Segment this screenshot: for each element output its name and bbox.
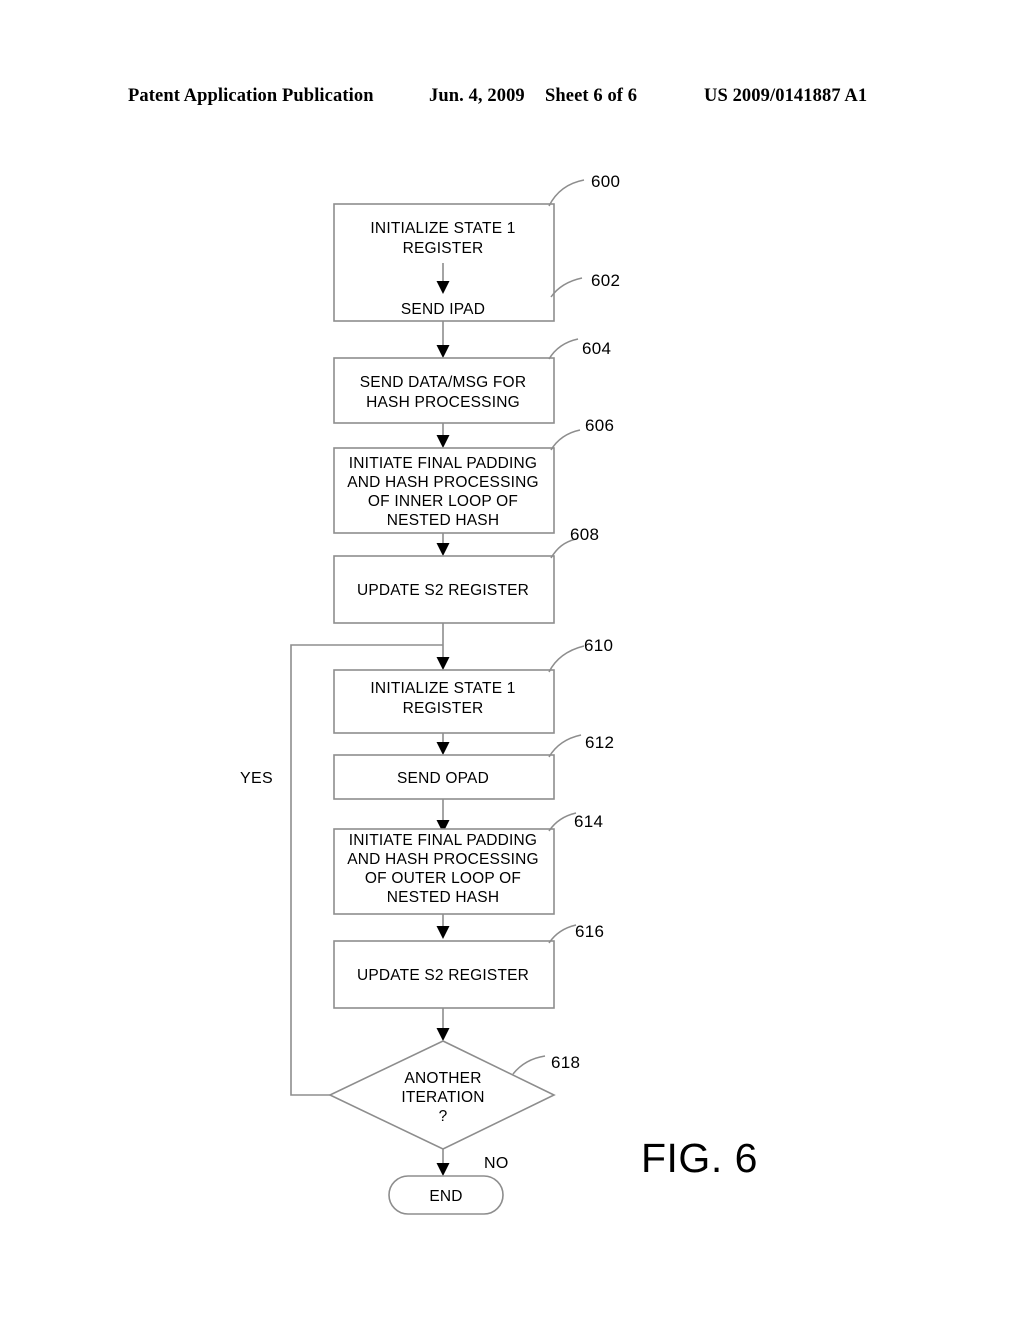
connector-612-to-614 xyxy=(436,799,450,833)
process-box-604-line-1: SEND DATA/MSG FOR xyxy=(360,374,526,391)
decision-618-line-1: ANOTHER xyxy=(404,1070,481,1087)
leader-line-618 xyxy=(512,1055,546,1075)
process-box-606-line-1: INITIATE FINAL PADDING xyxy=(349,455,537,472)
leader-line-612 xyxy=(548,734,582,758)
ref-numeral-604: 604 xyxy=(582,339,611,358)
leader-line-600 xyxy=(548,179,585,207)
process-box-600-line-2: REGISTER xyxy=(403,240,484,257)
decision-618-line-3: ? xyxy=(439,1108,448,1125)
process-box-600-line-1: INITIALIZE STATE 1 xyxy=(370,220,515,237)
connector-610-to-612 xyxy=(436,733,450,755)
ref-numeral-606: 606 xyxy=(585,416,614,435)
connector-608-to-610 xyxy=(436,623,450,670)
process-box-610-line-2: REGISTER xyxy=(403,700,484,717)
process-box-614-line-4: NESTED HASH xyxy=(387,889,499,906)
process-box-614-line-3: OF OUTER LOOP OF xyxy=(365,870,521,887)
ref-numeral-618: 618 xyxy=(551,1053,580,1072)
process-box-602-line-1: SEND IPAD xyxy=(401,301,485,318)
connector-604-to-606 xyxy=(436,423,450,448)
process-box-612-line-1: SEND OPAD xyxy=(397,770,489,787)
connector-606-to-608 xyxy=(436,533,450,556)
leader-line-604 xyxy=(548,338,579,360)
connector-614-to-616 xyxy=(436,914,450,939)
process-box-608-line-1: UPDATE S2 REGISTER xyxy=(357,582,529,599)
ref-numeral-610: 610 xyxy=(584,636,613,655)
ref-numeral-608: 608 xyxy=(570,525,599,544)
connector-602-to-604 xyxy=(436,321,450,358)
decision-618-line-2: ITERATION xyxy=(401,1089,484,1106)
process-box-614-line-2: AND HASH PROCESSING xyxy=(347,851,539,868)
figure-caption: FIG. 6 xyxy=(641,1135,758,1181)
process-box-610-line-1: INITIALIZE STATE 1 xyxy=(370,680,515,697)
ref-numeral-616: 616 xyxy=(575,922,604,941)
ref-numeral-612: 612 xyxy=(585,733,614,752)
process-box-606-line-4: NESTED HASH xyxy=(387,512,499,529)
terminal-end-label: END xyxy=(429,1188,462,1205)
leader-line-610 xyxy=(548,645,585,673)
patent-figure-6: 600 602 604 606 608 610 612 614 616 618 … xyxy=(0,0,1024,1320)
process-box-616-line-1: UPDATE S2 REGISTER xyxy=(357,967,529,984)
branch-label-no: NO xyxy=(484,1155,509,1172)
leader-line-602 xyxy=(550,277,583,298)
ref-numeral-602: 602 xyxy=(591,271,620,290)
ref-numeral-600: 600 xyxy=(591,172,620,191)
branch-label-yes: YES xyxy=(240,770,273,787)
connector-616-to-618 xyxy=(436,1008,450,1041)
process-box-604-line-2: HASH PROCESSING xyxy=(366,394,520,411)
leader-line-606 xyxy=(550,429,581,451)
connector-618-to-end xyxy=(436,1149,450,1176)
ref-numeral-614: 614 xyxy=(574,812,603,831)
process-box-614-line-1: INITIATE FINAL PADDING xyxy=(349,832,537,849)
process-box-606-line-3: OF INNER LOOP OF xyxy=(368,493,518,510)
process-box-606-line-2: AND HASH PROCESSING xyxy=(347,474,539,491)
